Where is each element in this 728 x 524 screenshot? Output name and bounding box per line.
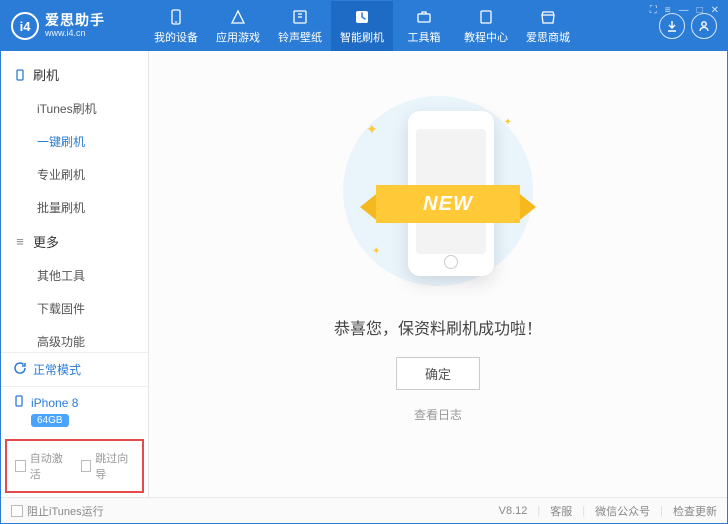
checkbox-label: 自动激活 xyxy=(30,450,69,482)
flash-icon xyxy=(353,8,371,26)
sidebar-item-batch-flash[interactable]: 批量刷机 xyxy=(1,191,148,224)
refresh-icon xyxy=(13,361,27,378)
header-actions xyxy=(659,13,717,39)
device-icon xyxy=(167,8,185,26)
device-name: iPhone 8 xyxy=(31,396,78,410)
music-icon xyxy=(291,8,309,26)
checkbox-icon xyxy=(81,460,92,472)
window-controls-top: ⛶ ≡ — □ ✕ xyxy=(650,5,719,16)
nav-label: 应用游戏 xyxy=(216,29,260,45)
bottom-options-highlight: 自动激活 跳过向导 xyxy=(5,439,144,493)
check-update-link[interactable]: 检查更新 xyxy=(673,503,717,519)
cart-icon[interactable]: ⛶ xyxy=(650,5,657,16)
device-small-icon xyxy=(13,395,25,410)
new-ribbon: NEW xyxy=(358,179,538,231)
nav-label: 爱思商城 xyxy=(526,29,570,45)
toolbox-icon xyxy=(415,8,433,26)
auto-activate-checkbox[interactable]: 自动激活 xyxy=(15,450,69,482)
nav-label: 智能刷机 xyxy=(340,29,384,45)
sidebar-item-pro-flash[interactable]: 专业刷机 xyxy=(1,158,148,191)
logo-icon: i4 xyxy=(11,12,39,40)
maximize-icon[interactable]: □ xyxy=(697,5,703,16)
nav-label: 工具箱 xyxy=(408,29,441,45)
sidebar: 刷机 iTunes刷机 一键刷机 专业刷机 批量刷机 ≡ 更多 其他工具 下载固… xyxy=(1,51,149,497)
download-button[interactable] xyxy=(659,13,685,39)
brand-logo[interactable]: i4 爱思助手 www.i4.cn xyxy=(11,12,131,40)
ok-button[interactable]: 确定 xyxy=(396,357,480,390)
group-title: 更多 xyxy=(33,232,59,251)
sidebar-item-itunes-flash[interactable]: iTunes刷机 xyxy=(1,92,148,125)
sidebar-item-other-tools[interactable]: 其他工具 xyxy=(1,259,148,292)
minimize-icon[interactable]: — xyxy=(679,5,689,16)
nav-store[interactable]: 爱思商城 xyxy=(517,1,579,51)
device-info[interactable]: iPhone 8 64GB xyxy=(1,386,148,435)
nav-label: 我的设备 xyxy=(154,29,198,45)
user-button[interactable] xyxy=(691,13,717,39)
block-itunes-checkbox[interactable]: 阻止iTunes运行 xyxy=(11,503,104,519)
sidebar-group-more[interactable]: ≡ 更多 xyxy=(1,224,148,259)
app-window: ⛶ ≡ — □ ✕ i4 爱思助手 www.i4.cn 我的设备 应用游戏 xyxy=(0,0,728,524)
sidebar-item-oneclick-flash[interactable]: 一键刷机 xyxy=(1,125,148,158)
apps-icon xyxy=(229,8,247,26)
nav-ringtones[interactable]: 铃声壁纸 xyxy=(269,1,331,51)
main-content: ✦ ✦ ✦ NEW 恭喜您，保资料刷机成功啦！ 确定 查看日志 xyxy=(149,51,727,497)
checkbox-icon xyxy=(11,505,23,517)
device-mode[interactable]: 正常模式 xyxy=(1,352,148,386)
status-bar: 阻止iTunes运行 V8.12 | 客服 | 微信公众号 | 检查更新 xyxy=(1,497,727,523)
more-icon: ≡ xyxy=(13,235,27,249)
sidebar-item-download-firmware[interactable]: 下载固件 xyxy=(1,292,148,325)
wechat-link[interactable]: 微信公众号 xyxy=(595,503,650,519)
book-icon xyxy=(477,8,495,26)
skip-guide-checkbox[interactable]: 跳过向导 xyxy=(81,450,135,482)
nav-toolbox[interactable]: 工具箱 xyxy=(393,1,455,51)
title-bar: ⛶ ≡ — □ ✕ i4 爱思助手 www.i4.cn 我的设备 应用游戏 xyxy=(1,1,727,51)
sparkle-icon: ✦ xyxy=(504,117,512,128)
ribbon-text: NEW xyxy=(376,185,520,223)
checkbox-label: 跳过向导 xyxy=(95,450,134,482)
brand-url: www.i4.cn xyxy=(45,29,105,39)
sparkle-icon: ✦ xyxy=(372,246,380,257)
close-icon[interactable]: ✕ xyxy=(711,5,719,16)
menu-icon[interactable]: ≡ xyxy=(665,5,671,16)
mode-label: 正常模式 xyxy=(33,361,81,378)
view-log-link[interactable]: 查看日志 xyxy=(414,406,462,423)
nav-label: 教程中心 xyxy=(464,29,508,45)
nav-tutorials[interactable]: 教程中心 xyxy=(455,1,517,51)
success-illustration: ✦ ✦ ✦ NEW xyxy=(338,91,538,291)
nav-flash[interactable]: 智能刷机 xyxy=(331,1,393,51)
nav-apps[interactable]: 应用游戏 xyxy=(207,1,269,51)
customer-service-link[interactable]: 客服 xyxy=(550,503,572,519)
nav-my-device[interactable]: 我的设备 xyxy=(145,1,207,51)
success-message: 恭喜您，保资料刷机成功啦！ xyxy=(334,315,542,339)
version-label: V8.12 xyxy=(499,505,528,517)
group-title: 刷机 xyxy=(33,65,59,84)
checkbox-label: 阻止iTunes运行 xyxy=(27,503,104,519)
store-icon xyxy=(539,8,557,26)
storage-badge: 64GB xyxy=(31,414,69,427)
sidebar-item-advanced[interactable]: 高级功能 xyxy=(1,325,148,352)
sidebar-group-flash[interactable]: 刷机 xyxy=(1,57,148,92)
nav-label: 铃声壁纸 xyxy=(278,29,322,45)
sparkle-icon: ✦ xyxy=(366,121,378,138)
checkbox-icon xyxy=(15,460,26,472)
body: 刷机 iTunes刷机 一键刷机 专业刷机 批量刷机 ≡ 更多 其他工具 下载固… xyxy=(1,51,727,497)
top-nav: 我的设备 应用游戏 铃声壁纸 智能刷机 工具箱 教程中心 xyxy=(145,1,579,51)
brand-name: 爱思助手 xyxy=(45,13,105,28)
phone-icon xyxy=(13,68,27,82)
